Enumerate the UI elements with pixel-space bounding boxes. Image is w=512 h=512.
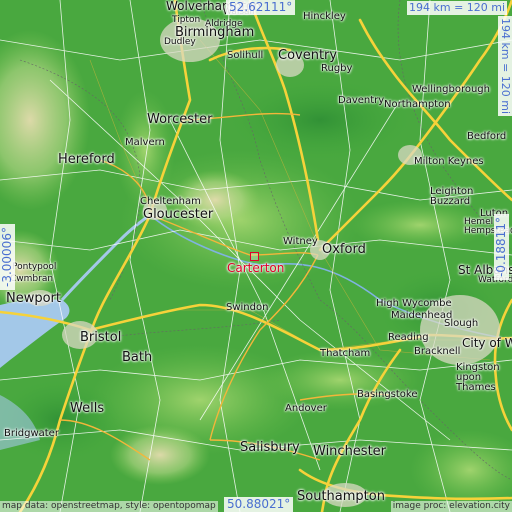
cranborne-chase bbox=[110, 425, 210, 485]
place-bracknell: Bracknell bbox=[414, 346, 461, 357]
place-kingston: Kingston upon Thames bbox=[456, 362, 500, 393]
place-gloucester: Gloucester bbox=[143, 207, 214, 222]
place-bath: Bath bbox=[122, 350, 153, 365]
place-birmingham: Birmingham bbox=[175, 25, 255, 40]
place-swindon: Swindon bbox=[226, 302, 269, 313]
place-slough: Slough bbox=[444, 318, 479, 329]
place-northampton: Northampton bbox=[384, 99, 451, 110]
place-pontypool: Pontypool bbox=[12, 262, 57, 272]
place-city-of-westminster: City of Westminster bbox=[462, 336, 512, 350]
place-coventry: Coventry bbox=[278, 48, 338, 63]
place-hinckley: Hinckley bbox=[303, 11, 346, 22]
coord-bottom: 50.88021° bbox=[224, 497, 294, 512]
place-malvern: Malvern bbox=[125, 137, 165, 148]
coord-left: -3.00006° bbox=[0, 224, 15, 290]
square-marker-icon[interactable] bbox=[250, 252, 259, 261]
place-witney: Witney bbox=[283, 236, 318, 247]
place-bristol: Bristol bbox=[80, 330, 122, 345]
place-bedford: Bedford bbox=[467, 131, 507, 142]
place-reading: Reading bbox=[388, 332, 429, 343]
place-tipton: Tipton bbox=[172, 15, 201, 25]
place-hereford: Hereford bbox=[58, 152, 115, 167]
map-canvas[interactable]: Wolverhampton Tipton Walsall Aldridge Du… bbox=[0, 0, 512, 512]
warwickshire-plain bbox=[230, 80, 410, 160]
scale-vertical: 194 km = 120 mi bbox=[498, 16, 512, 117]
place-basingstoke: Basingstoke bbox=[357, 389, 418, 400]
place-andover: Andover bbox=[285, 403, 327, 414]
place-oxford: Oxford bbox=[322, 242, 366, 257]
place-salisbury: Salisbury bbox=[240, 440, 300, 455]
place-newport: Newport bbox=[6, 291, 62, 306]
place-southampton: Southampton bbox=[297, 489, 385, 504]
place-daventry: Daventry bbox=[338, 95, 385, 106]
coord-top: 52.62111° bbox=[226, 0, 296, 15]
place-winchester: Winchester bbox=[313, 444, 387, 459]
place-bridgwater: Bridgwater bbox=[4, 428, 59, 439]
place-wellingborough: Wellingborough bbox=[412, 84, 490, 95]
north-wessex-downs bbox=[260, 350, 420, 410]
place-wells: Wells bbox=[70, 401, 105, 416]
place-rugby: Rugby bbox=[321, 63, 353, 74]
place-worcester: Worcester bbox=[147, 112, 213, 127]
attribution-left: map data: openstreetmap, style: opentopo… bbox=[0, 501, 218, 512]
scale-horizontal: 194 km = 120 mi bbox=[407, 1, 508, 15]
place-thatcham: Thatcham bbox=[320, 348, 371, 359]
coord-right: -0.18811° bbox=[494, 214, 509, 280]
place-cheltenham: Cheltenham bbox=[140, 196, 201, 207]
attribution-right: image proc: elevation.city bbox=[390, 501, 512, 512]
place-milton-keynes: Milton Keynes bbox=[414, 156, 484, 167]
place-leighton-buzzard: Leighton Buzzard bbox=[430, 186, 474, 207]
place-high-wycombe: High Wycombe bbox=[376, 298, 452, 309]
target-label: Carterton bbox=[227, 261, 285, 275]
place-cwmbran: Cwmbran bbox=[10, 274, 54, 284]
place-solihull: Solihull bbox=[227, 50, 264, 61]
